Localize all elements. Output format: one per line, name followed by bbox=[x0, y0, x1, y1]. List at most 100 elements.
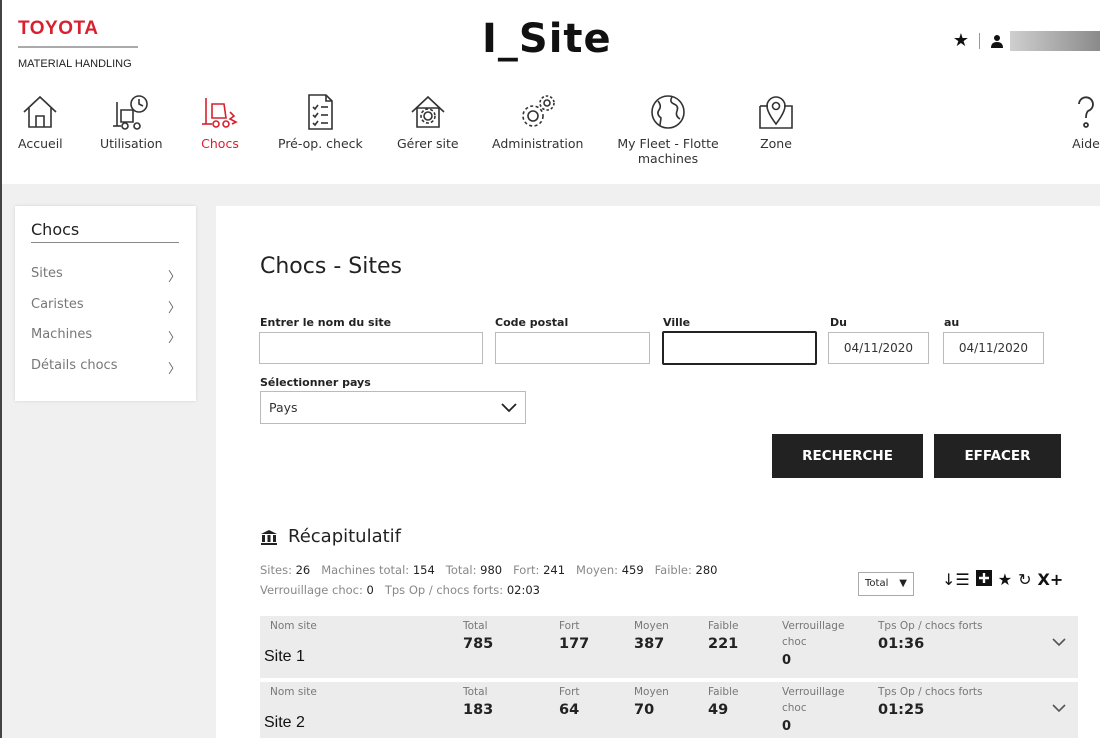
sidebar: Chocs Sites 〉 Caristes 〉 Machines 〉 Déta… bbox=[15, 206, 196, 401]
summary-toolbar: ↓☰ ★ ↻ X+ bbox=[942, 570, 1063, 590]
star-icon[interactable]: ★ bbox=[998, 570, 1012, 590]
chevron-down-icon[interactable] bbox=[1052, 638, 1066, 647]
nav-item-zone[interactable]: Zone bbox=[756, 92, 796, 151]
lock-value: 0 bbox=[782, 653, 792, 668]
sort-icon[interactable]: ↓☰ bbox=[942, 570, 970, 590]
stat-label: Total: bbox=[445, 563, 477, 577]
site-name-input[interactable] bbox=[259, 332, 483, 364]
col-total-label: Total bbox=[463, 686, 488, 698]
sidebar-title: Chocs bbox=[31, 220, 80, 239]
col-fort-label: Fort bbox=[559, 620, 580, 632]
faible-value: 49 bbox=[708, 702, 729, 718]
nav-label: Pré-op. check bbox=[278, 136, 363, 151]
sort-select-value: Total bbox=[865, 578, 889, 589]
stat-value: 459 bbox=[621, 563, 644, 577]
site-name: Site 1 bbox=[264, 648, 305, 665]
nav-item-utilisation[interactable]: Utilisation bbox=[100, 92, 163, 151]
home-icon bbox=[23, 95, 57, 128]
fort-value: 64 bbox=[559, 702, 580, 718]
site-name: Site 2 bbox=[264, 714, 305, 731]
sidebar-item-caristes[interactable]: Caristes 〉 bbox=[31, 297, 181, 316]
stat-label: Verrouillage choc: bbox=[260, 583, 363, 597]
clear-button[interactable]: EFFACER bbox=[934, 434, 1061, 478]
brand-subtitle: MATERIAL HANDLING bbox=[18, 58, 132, 70]
country-select-value: Pays bbox=[269, 400, 298, 415]
sidebar-item-machines[interactable]: Machines 〉 bbox=[31, 327, 181, 346]
nav-item-gerer-site[interactable]: Gérer site bbox=[397, 92, 459, 151]
chevron-right-icon: 〉 bbox=[167, 270, 181, 285]
divider bbox=[979, 32, 980, 49]
col-faible-label: Faible bbox=[708, 686, 739, 698]
nav-item-administration[interactable]: Administration bbox=[492, 92, 583, 151]
nav-label: My Fleet - Flotte machines bbox=[617, 136, 719, 166]
nav-item-pre-op-check[interactable]: Pré-op. check bbox=[278, 92, 363, 151]
moyen-value: 70 bbox=[634, 702, 655, 718]
nav-item-accueil[interactable]: Accueil bbox=[18, 92, 63, 151]
brand-logo[interactable]: TOYOTA MATERIAL HANDLING bbox=[18, 18, 138, 70]
nav-item-chocs[interactable]: Chocs bbox=[200, 92, 240, 151]
sidebar-item-label: Machines bbox=[31, 327, 93, 342]
col-tps-label: Tps Op / chocs forts bbox=[878, 686, 983, 698]
sidebar-item-label: Détails chocs bbox=[31, 358, 118, 373]
help-icon bbox=[1078, 96, 1094, 128]
stat-value: 241 bbox=[543, 563, 566, 577]
nav-label: Utilisation bbox=[100, 136, 163, 151]
moyen-value: 387 bbox=[634, 636, 665, 652]
total-value: 785 bbox=[463, 636, 494, 652]
date-from-input[interactable] bbox=[828, 332, 929, 364]
tps-value: 01:25 bbox=[878, 702, 925, 718]
search-button[interactable]: RECHERCHE bbox=[772, 434, 923, 478]
col-lock-label: Verrouillage bbox=[782, 686, 845, 698]
stats-line-1: Sites: 26 Machines total: 154 Total: 980… bbox=[260, 560, 780, 580]
stat-label: Sites: bbox=[260, 563, 292, 577]
col-tps-label: Tps Op / chocs forts bbox=[878, 620, 983, 632]
col-site-label: Nom site bbox=[270, 620, 317, 632]
chevron-down-icon[interactable] bbox=[1052, 704, 1066, 713]
sidebar-item-label: Caristes bbox=[31, 297, 84, 312]
col-fort-label: Fort bbox=[559, 686, 580, 698]
user-menu[interactable] bbox=[990, 30, 1100, 51]
stat-value: 0 bbox=[366, 583, 374, 597]
col-moyen-label: Moyen bbox=[634, 620, 669, 632]
refresh-icon[interactable]: ↻ bbox=[1018, 570, 1031, 590]
date-to-input[interactable] bbox=[943, 332, 1044, 364]
app-logo[interactable]: I_Site bbox=[482, 16, 612, 62]
stat-value: 02:03 bbox=[506, 583, 540, 597]
stat-value: 980 bbox=[480, 563, 503, 577]
col-faible-label: Faible bbox=[708, 620, 739, 632]
summary-stats: Sites: 26 Machines total: 154 Total: 980… bbox=[260, 560, 780, 600]
sidebar-item-sites[interactable]: Sites 〉 bbox=[31, 266, 181, 285]
country-select[interactable]: Pays bbox=[260, 391, 526, 424]
table-row[interactable]: Nom site Site 2 Total 183 Fort 64 Moyen … bbox=[260, 682, 1078, 738]
chevron-right-icon: 〉 bbox=[167, 301, 181, 316]
stat-label: Moyen: bbox=[576, 563, 619, 577]
stat-value: 154 bbox=[412, 563, 435, 577]
clear-filter-icon[interactable]: X+ bbox=[1038, 570, 1064, 590]
caret-down-icon: ▼ bbox=[899, 578, 907, 589]
chevron-right-icon: 〉 bbox=[167, 362, 181, 377]
chevron-right-icon: 〉 bbox=[167, 331, 181, 346]
stat-label: Fort: bbox=[513, 563, 540, 577]
nav-item-my-fleet[interactable]: My Fleet - Flotte machines bbox=[616, 92, 720, 166]
site-name-label: Entrer le nom du site bbox=[260, 316, 392, 329]
globe-icon bbox=[651, 95, 685, 129]
nav-label: Accueil bbox=[18, 136, 63, 151]
table-row[interactable]: Nom site Site 1 Total 785 Fort 177 Moyen… bbox=[260, 616, 1078, 678]
checklist-icon bbox=[308, 94, 334, 130]
sidebar-item-details-chocs[interactable]: Détails chocs 〉 bbox=[31, 358, 181, 377]
city-input[interactable] bbox=[662, 331, 817, 365]
nav-label: Aide bbox=[1072, 136, 1100, 151]
favorites-star-icon[interactable]: ★ bbox=[953, 30, 969, 51]
postal-code-label: Code postal bbox=[495, 316, 569, 329]
main-nav: Accueil Utilisation Chocs Pré-op. check … bbox=[2, 92, 1100, 182]
forklift-impact-icon bbox=[202, 98, 238, 128]
chevron-down-icon bbox=[501, 402, 517, 412]
fort-value: 177 bbox=[559, 636, 590, 652]
tps-value: 01:36 bbox=[878, 636, 925, 652]
city-label: Ville bbox=[663, 316, 691, 329]
add-icon[interactable] bbox=[975, 570, 992, 590]
postal-code-input[interactable] bbox=[495, 332, 650, 364]
sort-select[interactable]: Total ▼ bbox=[858, 572, 914, 596]
nav-item-aide[interactable]: Aide bbox=[1066, 92, 1100, 151]
stat-label: Tps Op / chocs forts: bbox=[384, 583, 504, 597]
